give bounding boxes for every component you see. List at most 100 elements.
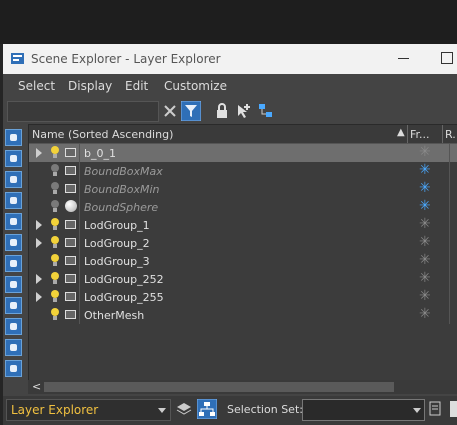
tree-row[interactable]: LodGroup_2 ✳ (29, 234, 457, 252)
freeze-snowflake-icon[interactable]: ✳ (419, 235, 431, 249)
column-divider (79, 288, 80, 306)
geometry-icon (65, 166, 76, 175)
tree-row[interactable]: BoundSphere ✳ (29, 198, 457, 216)
expand-arrow-icon[interactable] (36, 220, 42, 230)
add-to-layer-icon[interactable] (235, 102, 253, 120)
filter-bones-icon[interactable] (5, 297, 22, 314)
freeze-snowflake-icon[interactable]: ✳ (419, 307, 431, 321)
minimize-button[interactable] (398, 58, 409, 59)
visibility-bulb-icon[interactable] (51, 218, 59, 230)
filter-helpers-icon[interactable] (5, 213, 22, 230)
column-divider (449, 288, 450, 306)
column-divider (79, 198, 80, 216)
visibility-bulb-icon[interactable] (51, 272, 59, 284)
column-divider (442, 125, 443, 143)
column-divider (79, 252, 80, 270)
expand-arrow-icon[interactable] (36, 274, 42, 284)
filter-xrefs-icon[interactable] (5, 276, 22, 293)
geometry-icon (65, 184, 76, 193)
selection-set-field[interactable] (302, 399, 425, 421)
expand-arrow-icon[interactable] (36, 292, 42, 302)
column-divider (449, 180, 450, 198)
scroll-thumb[interactable] (44, 382, 394, 392)
left-filter-bar (3, 126, 25, 388)
freeze-snowflake-icon[interactable]: ✳ (419, 163, 431, 177)
extra-button[interactable] (450, 401, 457, 417)
filter-lights-icon[interactable] (5, 171, 22, 188)
geometry-icon (65, 220, 76, 229)
freeze-snowflake-icon[interactable]: ✳ (419, 181, 431, 195)
filter-spacewarps-icon[interactable] (5, 234, 22, 251)
column-divider (449, 162, 450, 180)
column-divider (449, 198, 450, 216)
horizontal-scrollbar[interactable]: < (28, 380, 457, 394)
name-column-header[interactable]: Name (Sorted Ascending) (32, 128, 173, 141)
tree-row[interactable]: BoundBoxMax ✳ (29, 162, 457, 180)
search-input[interactable] (7, 101, 159, 122)
menu-display[interactable]: Display (68, 79, 112, 93)
freeze-snowflake-icon[interactable]: ✳ (419, 145, 431, 159)
render-column-header[interactable]: R. (445, 128, 456, 141)
visibility-bulb-icon[interactable] (51, 146, 59, 158)
row-name: BoundBoxMin (84, 183, 160, 196)
column-divider (449, 270, 450, 288)
window-title: Scene Explorer - Layer Explorer (31, 52, 221, 66)
filter-geometry-icon[interactable] (5, 129, 22, 146)
tree-row[interactable]: b_0_1 ✳ (29, 144, 457, 162)
visibility-bulb-icon[interactable] (51, 290, 59, 302)
column-divider (79, 270, 80, 288)
tree-row[interactable]: LodGroup_252 ✳ (29, 270, 457, 288)
filter-containers-icon[interactable] (5, 318, 22, 335)
visibility-bulb-icon[interactable] (51, 182, 59, 194)
column-divider (449, 252, 450, 270)
filter-hidden-icon[interactable] (5, 360, 22, 377)
sort-arrow-icon: ▲ (397, 127, 405, 138)
row-name: OtherMesh (84, 309, 145, 322)
filter-groups-icon[interactable] (5, 255, 22, 272)
tree-row[interactable]: OtherMesh ✳ (29, 306, 457, 324)
freeze-snowflake-icon[interactable]: ✳ (419, 199, 431, 213)
menu-select[interactable]: Select (18, 79, 55, 93)
column-divider (449, 216, 450, 234)
hierarchy-icon[interactable] (257, 102, 275, 120)
lock-icon[interactable] (213, 102, 231, 120)
background-area (0, 0, 457, 44)
column-divider (79, 306, 80, 324)
clear-search-icon[interactable] (161, 102, 179, 120)
row-name: LodGroup_2 (84, 237, 150, 250)
freeze-column-header[interactable]: Fr... (410, 128, 430, 141)
visibility-bulb-icon[interactable] (51, 200, 59, 212)
hierarchy-mode-icon[interactable] (197, 399, 217, 419)
expand-arrow-icon[interactable] (36, 148, 42, 158)
expand-arrow-icon[interactable] (36, 238, 42, 248)
tree-row[interactable]: LodGroup_1 ✳ (29, 216, 457, 234)
maximize-button[interactable] (441, 52, 453, 64)
column-divider (79, 144, 80, 162)
layer-tree: Name (Sorted Ascending) ▲ Fr... R. b_0_1… (28, 124, 457, 382)
column-header: Name (Sorted Ascending) ▲ Fr... R. (29, 125, 457, 144)
tree-row[interactable]: BoundBoxMin ✳ (29, 180, 457, 198)
freeze-snowflake-icon[interactable]: ✳ (419, 271, 431, 285)
layers-icon[interactable] (175, 400, 193, 418)
freeze-snowflake-icon[interactable]: ✳ (419, 289, 431, 303)
freeze-snowflake-icon[interactable]: ✳ (419, 253, 431, 267)
geometry-icon (65, 310, 76, 319)
menu-edit[interactable]: Edit (125, 79, 148, 93)
visibility-bulb-icon[interactable] (51, 236, 59, 248)
menu-customize[interactable]: Customize (164, 79, 227, 93)
scroll-left-icon[interactable]: < (32, 380, 41, 393)
visibility-bulb-icon[interactable] (51, 308, 59, 320)
tree-row[interactable]: LodGroup_255 ✳ (29, 288, 457, 306)
menu-bar: Select Display Edit Customize (3, 74, 457, 98)
tree-row[interactable]: LodGroup_3 ✳ (29, 252, 457, 270)
selection-set-edit-icon[interactable] (427, 400, 445, 418)
explorer-selector[interactable]: Layer Explorer (6, 399, 171, 421)
visibility-bulb-icon[interactable] (51, 164, 59, 176)
freeze-snowflake-icon[interactable]: ✳ (419, 217, 431, 231)
sphere-icon (65, 200, 77, 212)
visibility-bulb-icon[interactable] (51, 254, 59, 266)
filter-cameras-icon[interactable] (5, 192, 22, 209)
filter-icon[interactable] (181, 101, 201, 121)
filter-shapes-icon[interactable] (5, 150, 22, 167)
filter-frozen-icon[interactable] (5, 339, 22, 356)
